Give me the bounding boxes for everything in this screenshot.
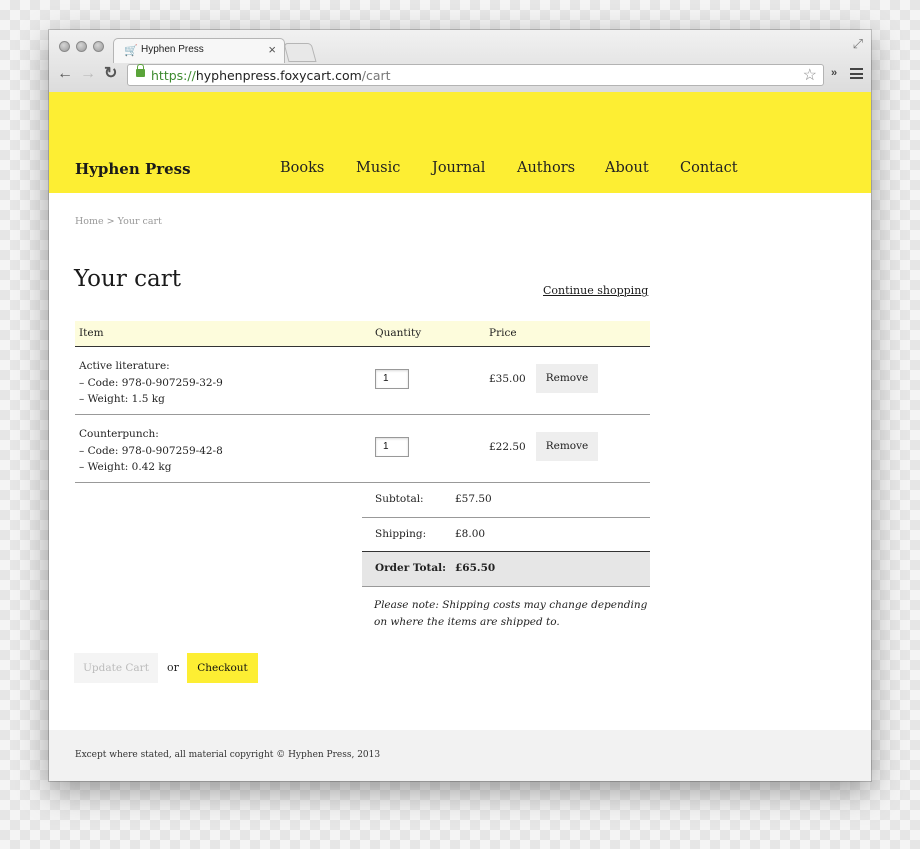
nav-books[interactable]: Books	[280, 160, 324, 176]
order-total-label: Order Total:	[375, 562, 447, 574]
url-path: /cart	[361, 68, 391, 83]
checkout-button[interactable]: Checkout	[187, 653, 258, 683]
column-price: Price	[489, 327, 517, 339]
column-item: Item	[79, 327, 104, 339]
or-text: or	[167, 661, 179, 674]
site-header: Hyphen Press Books Music Journal Authors…	[49, 92, 871, 193]
tab-title: Hyphen Press	[141, 44, 204, 55]
breadcrumb: Home > Your cart	[75, 216, 162, 227]
extensions-chevron-icon[interactable]: »	[831, 67, 837, 79]
close-window-button[interactable]	[59, 41, 70, 52]
item-weight: – Weight: 0.42 kg	[79, 461, 172, 473]
browser-toolbar: 🛒 Hyphen Press × ⤢ ← → ↻ https://hyphenp…	[49, 30, 871, 93]
cart-table-header: Item Quantity Price	[75, 321, 650, 347]
shipping-label: Shipping:	[375, 528, 427, 540]
nav-music[interactable]: Music	[356, 160, 400, 176]
back-icon[interactable]: ←	[57, 66, 73, 82]
breadcrumb-current: Your cart	[117, 216, 162, 227]
order-total-value: £65.50	[455, 562, 496, 574]
new-tab-button[interactable]	[283, 43, 317, 62]
site-logo[interactable]: Hyphen Press	[75, 160, 191, 178]
cart-favicon-icon: 🛒	[124, 45, 138, 57]
url-text[interactable]: https://hyphenpress.foxycart.com/cart	[151, 68, 391, 83]
shipping-row: Shipping: £8.00	[362, 518, 650, 553]
forward-icon[interactable]: →	[80, 66, 96, 82]
item-price: £35.00	[489, 373, 526, 385]
quantity-input[interactable]: 1	[375, 437, 409, 457]
item-price: £22.50	[489, 441, 526, 453]
nav-journal[interactable]: Journal	[432, 160, 485, 176]
zoom-window-button[interactable]	[93, 41, 104, 52]
remove-button[interactable]: Remove	[536, 364, 598, 393]
breadcrumb-home[interactable]: Home	[75, 216, 104, 227]
order-total-row: Order Total: £65.50	[362, 551, 650, 587]
cart-row: Active literature: – Code: 978-0-907259-…	[75, 347, 650, 415]
item-name: Counterpunch:	[79, 428, 159, 440]
nav-authors[interactable]: Authors	[517, 160, 575, 176]
site-footer: Except where stated, all material copyri…	[49, 730, 871, 781]
item-details: Active literature: – Code: 978-0-907259-…	[79, 358, 223, 408]
nav-contact[interactable]: Contact	[680, 160, 738, 176]
nav-about[interactable]: About	[605, 160, 649, 176]
cart-row: Counterpunch: – Code: 978-0-907259-42-8 …	[75, 415, 650, 483]
shipping-note: Please note: Shipping costs may change d…	[374, 599, 648, 628]
url-scheme: https://	[151, 68, 196, 83]
subtotal-label: Subtotal:	[375, 493, 424, 505]
column-quantity: Quantity	[375, 327, 422, 339]
update-cart-button[interactable]: Update Cart	[74, 653, 158, 683]
address-bar[interactable]: https://hyphenpress.foxycart.com/cart ☆	[127, 64, 824, 86]
continue-shopping-link[interactable]: Continue shopping	[543, 284, 648, 297]
subtotal-row: Subtotal: £57.50	[362, 483, 650, 518]
item-code: – Code: 978-0-907259-42-8	[79, 444, 223, 457]
copyright-text: Except where stated, all material copyri…	[75, 750, 381, 760]
item-code: – Code: 978-0-907259-32-9	[79, 376, 223, 389]
url-host: hyphenpress.foxycart.com	[195, 68, 362, 83]
item-weight: – Weight: 1.5 kg	[79, 393, 165, 405]
page-title: Your cart	[74, 266, 181, 292]
minimize-window-button[interactable]	[76, 41, 87, 52]
tab-close-icon[interactable]: ×	[268, 42, 276, 57]
quantity-input[interactable]: 1	[375, 369, 409, 389]
shipping-value: £8.00	[455, 528, 486, 540]
item-details: Counterpunch: – Code: 978-0-907259-42-8 …	[79, 426, 223, 476]
remove-button[interactable]: Remove	[536, 432, 598, 461]
lock-icon	[136, 64, 145, 77]
browser-tab[interactable]: 🛒 Hyphen Press ×	[113, 38, 285, 63]
hamburger-menu-icon[interactable]	[850, 68, 863, 79]
breadcrumb-separator: >	[106, 216, 115, 227]
subtotal-value: £57.50	[455, 493, 492, 505]
fullscreen-icon[interactable]: ⤢	[853, 36, 863, 52]
bookmark-star-icon[interactable]: ☆	[803, 65, 817, 85]
browser-window: 🛒 Hyphen Press × ⤢ ← → ↻ https://hyphenp…	[49, 30, 871, 781]
reload-icon[interactable]: ↻	[104, 66, 117, 82]
item-name: Active literature:	[79, 360, 170, 372]
